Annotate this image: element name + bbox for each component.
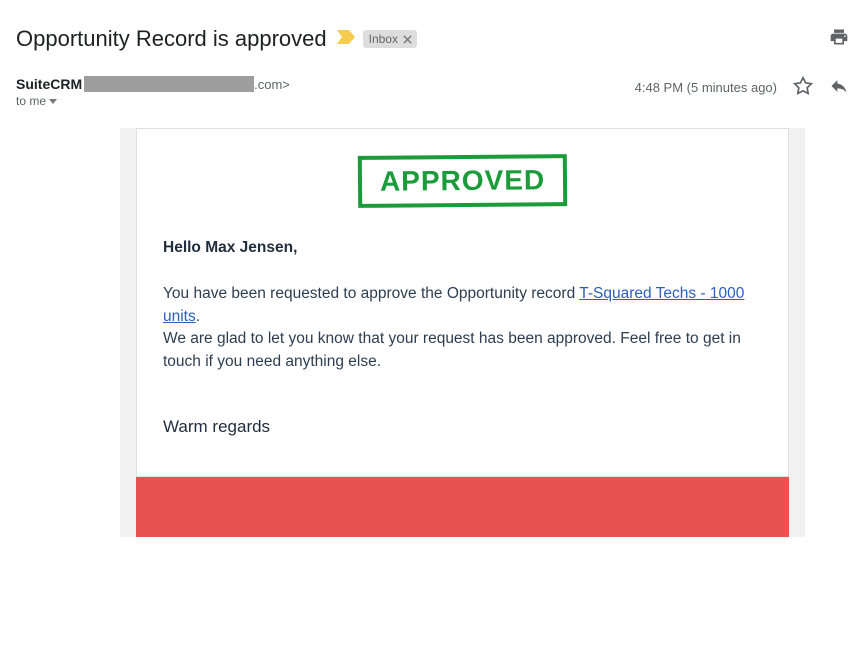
sender-email-suffix: .com> bbox=[254, 77, 290, 92]
email-text-1b: . bbox=[196, 308, 200, 325]
email-paragraph: You have been requested to approve the O… bbox=[163, 283, 762, 373]
inbox-label-chip[interactable]: Inbox bbox=[363, 30, 417, 48]
sender-line: SuiteCRM .com> bbox=[16, 76, 635, 92]
email-footer-bar bbox=[136, 477, 789, 537]
inbox-label-text: Inbox bbox=[369, 32, 398, 46]
email-signoff: Warm regards bbox=[163, 415, 762, 440]
email-body-container: APPROVED Hello Max Jensen, You have been… bbox=[120, 128, 805, 537]
approved-stamp: APPROVED bbox=[358, 154, 568, 208]
print-icon[interactable] bbox=[829, 27, 849, 52]
timestamp: 4:48 PM (5 minutes ago) bbox=[635, 80, 777, 95]
sender-name: SuiteCRM bbox=[16, 76, 82, 92]
chevron-down-icon bbox=[49, 94, 57, 108]
recipient-label: to me bbox=[16, 94, 46, 108]
email-greeting: Hello Max Jensen, bbox=[163, 237, 762, 259]
remove-label-icon[interactable] bbox=[401, 32, 415, 46]
email-text-2: We are glad to let you know that your re… bbox=[163, 330, 741, 369]
star-icon[interactable] bbox=[793, 76, 813, 99]
recipient-dropdown[interactable]: to me bbox=[16, 94, 635, 108]
sender-email-redacted bbox=[84, 76, 254, 92]
email-card: APPROVED Hello Max Jensen, You have been… bbox=[136, 128, 789, 477]
reply-icon[interactable] bbox=[829, 76, 849, 99]
importance-flag-icon bbox=[337, 30, 355, 49]
email-subject: Opportunity Record is approved bbox=[16, 26, 327, 52]
email-text-1a: You have been requested to approve the O… bbox=[163, 285, 579, 302]
